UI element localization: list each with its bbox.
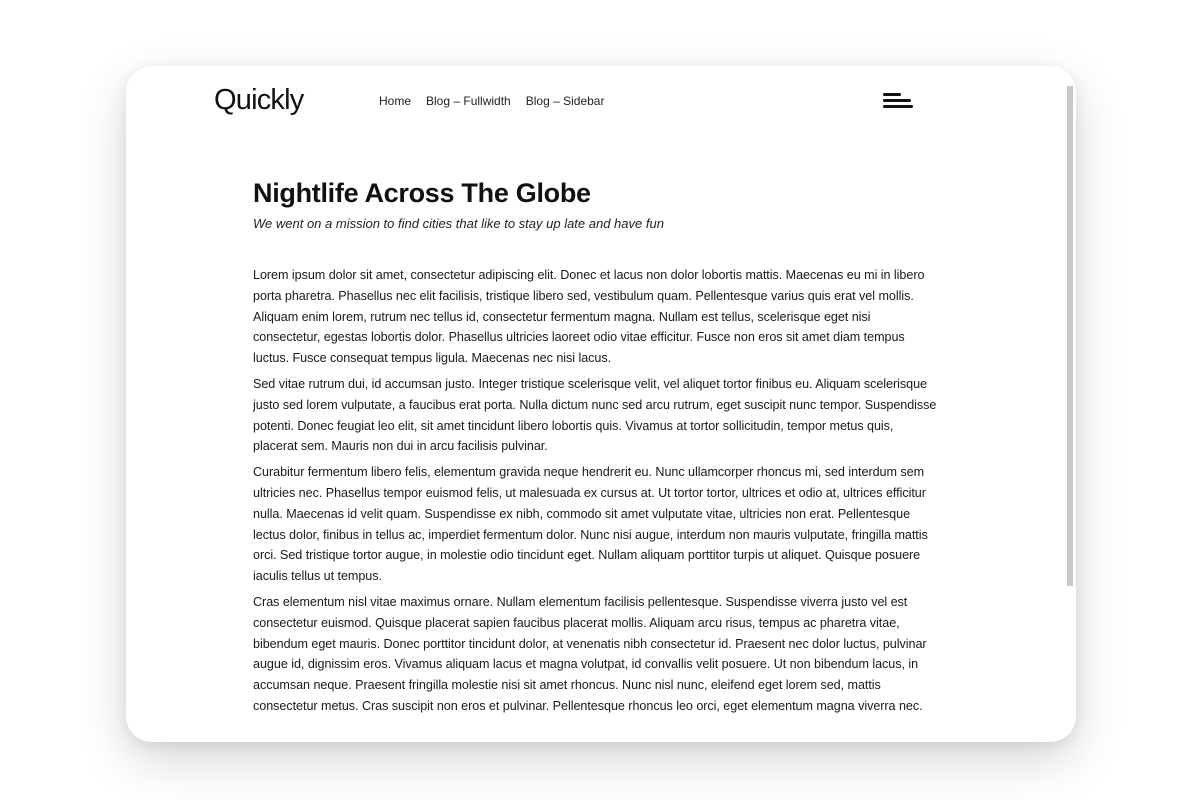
article: Nightlife Across The Globe We went on a …: [253, 178, 939, 722]
main-navigation: Home Blog – Fullwidth Blog – Sidebar: [379, 94, 604, 108]
nav-item-blog-sidebar[interactable]: Blog – Sidebar: [526, 94, 605, 108]
site-logo[interactable]: Quickly: [214, 84, 304, 117]
browser-window: Quickly Home Blog – Fullwidth Blog – Sid…: [126, 66, 1076, 742]
menu-line-long: [883, 105, 913, 108]
article-paragraph: Cras elementum nisl vitae maximus ornare…: [253, 594, 927, 713]
menu-line-long: [883, 99, 911, 102]
menu-line-short: [883, 93, 901, 96]
article-paragraph: Sed vitae rutrum dui, id accumsan justo.…: [253, 376, 937, 454]
article-subtitle: We went on a mission to find cities that…: [253, 216, 664, 231]
vertical-scrollbar[interactable]: [1064, 66, 1076, 742]
nav-item-home[interactable]: Home: [379, 94, 411, 108]
desktop-background: Quickly Home Blog – Fullwidth Blog – Sid…: [0, 0, 1200, 800]
article-paragraph: Lorem ipsum dolor sit amet, consectetur …: [253, 268, 925, 366]
hamburger-menu-icon[interactable]: [883, 93, 915, 111]
article-body: Lorem ipsum dolor sit amet, consectetur …: [253, 265, 939, 717]
article-title: Nightlife Across The Globe: [253, 178, 591, 208]
nav-item-blog-fullwidth[interactable]: Blog – Fullwidth: [426, 94, 511, 108]
article-paragraph: Curabitur fermentum libero felis, elemen…: [253, 465, 928, 584]
site-header: Quickly Home Blog – Fullwidth Blog – Sid…: [126, 66, 1064, 136]
scrollbar-thumb[interactable]: [1067, 86, 1073, 586]
